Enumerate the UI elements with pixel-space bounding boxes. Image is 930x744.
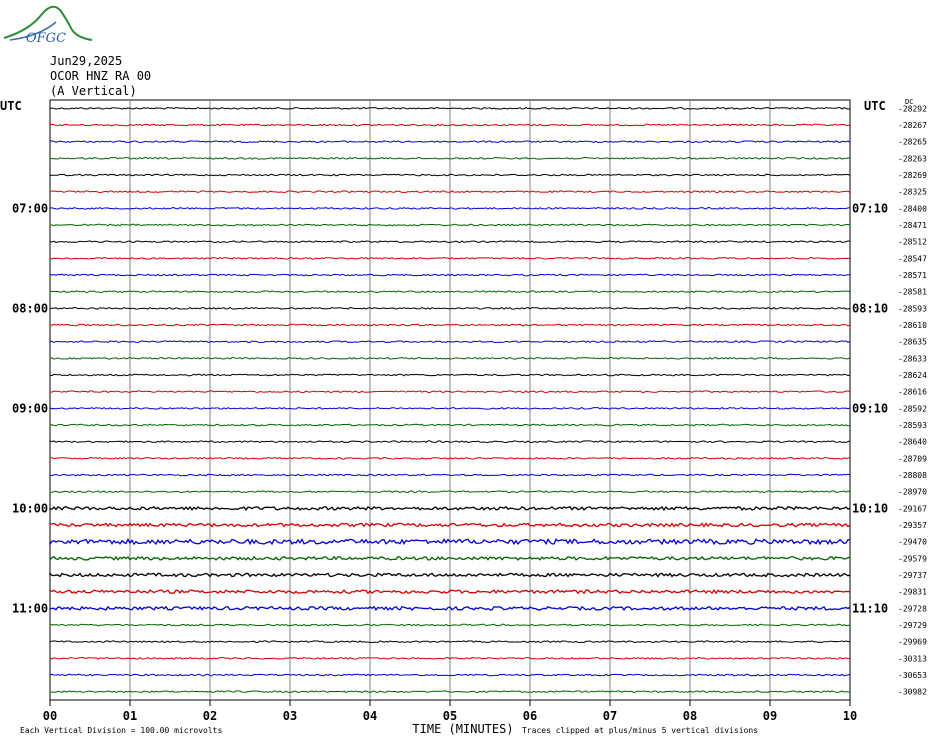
dc-offset-label: -29728 <box>898 604 927 613</box>
x-tick-label: 05 <box>443 709 457 723</box>
right-hour-label: 07:10 <box>852 201 888 215</box>
dc-offset-label: -28610 <box>898 321 927 330</box>
dc-offset-label: -28581 <box>898 288 927 297</box>
x-axis-title: TIME (MINUTES) <box>412 722 513 736</box>
dc-offset-label: -28709 <box>898 454 927 463</box>
x-tick-label: 04 <box>363 709 377 723</box>
dc-offset-label: -28265 <box>898 138 927 147</box>
dc-offset-label: -29831 <box>898 588 927 597</box>
dc-offset-label: -29579 <box>898 554 927 563</box>
dc-offset-label: -28970 <box>898 488 927 497</box>
dc-offset-label: -28267 <box>898 121 927 130</box>
left-hour-label: 08:00 <box>12 301 48 315</box>
x-tick-label: 10 <box>843 709 857 723</box>
dc-offset-label: -30653 <box>898 671 927 680</box>
dc-offset-label: -28633 <box>898 354 927 363</box>
dc-offset-label: -28640 <box>898 438 927 447</box>
dc-offset-label: -28325 <box>898 188 927 197</box>
right-utc-label: UTC <box>864 99 886 113</box>
dc-offset-label: -29737 <box>898 571 927 580</box>
dc-offset-label: -28263 <box>898 154 927 163</box>
dc-offset-label: -28571 <box>898 271 927 280</box>
dc-offset-label: -28269 <box>898 171 927 180</box>
dc-offset-label: -28592 <box>898 404 927 413</box>
right-hour-label: 11:10 <box>852 601 888 615</box>
dc-offset-label: -28593 <box>898 304 927 313</box>
right-hour-label: 08:10 <box>852 301 888 315</box>
x-tick-label: 02 <box>203 709 217 723</box>
dc-offset-label: -29470 <box>898 538 927 547</box>
dc-offset-label: -30313 <box>898 654 927 663</box>
dc-offset-label: -28400 <box>898 204 927 213</box>
dc-header-label: DC <box>905 98 913 106</box>
dc-offset-label: -28547 <box>898 254 927 263</box>
clipping-note: Traces clipped at plus/minus 5 vertical … <box>522 726 758 735</box>
x-tick-label: 09 <box>763 709 777 723</box>
x-tick-label: 06 <box>523 709 537 723</box>
plot-labels: 00 01 02 03 04 05 06 07 08 09 10-28292-28267-28265… <box>0 98 927 736</box>
left-hour-label: 09:00 <box>12 401 48 415</box>
dc-offset-label: -29357 <box>898 521 927 530</box>
x-tick-label: 01 <box>123 709 137 723</box>
left-hour-label: 11:00 <box>12 601 48 615</box>
dc-offset-label: -28471 <box>898 221 927 230</box>
x-tick-label: 07 <box>603 709 617 723</box>
x-tick-label: 00 <box>43 709 57 723</box>
dc-offset-label: -29969 <box>898 638 927 647</box>
x-tick-label: 08 <box>683 709 697 723</box>
x-tick-label: 03 <box>283 709 297 723</box>
helicorder-plot: 00 01 02 03 04 05 06 07 08 09 10-28292-28267-28265… <box>0 98 927 736</box>
right-hour-label: 10:10 <box>852 501 888 515</box>
dc-offset-label: -28616 <box>898 388 927 397</box>
left-utc-label: UTC <box>0 99 22 113</box>
left-hour-label: 10:00 <box>12 501 48 515</box>
dc-offset-label: -30982 <box>898 688 927 697</box>
dc-offset-label: -28593 <box>898 421 927 430</box>
dc-offset-label: -28635 <box>898 338 927 347</box>
vertical-division-note: Each Vertical Division = 100.00 microvol… <box>20 726 222 735</box>
dc-offset-label: -29729 <box>898 621 927 630</box>
dc-offset-label: -28512 <box>898 238 927 247</box>
dc-offset-label: -29167 <box>898 504 927 513</box>
left-hour-label: 07:00 <box>12 201 48 215</box>
right-hour-label: 09:10 <box>852 401 888 415</box>
dc-offset-label: -28624 <box>898 371 927 380</box>
dc-offset-label: -28808 <box>898 471 927 480</box>
